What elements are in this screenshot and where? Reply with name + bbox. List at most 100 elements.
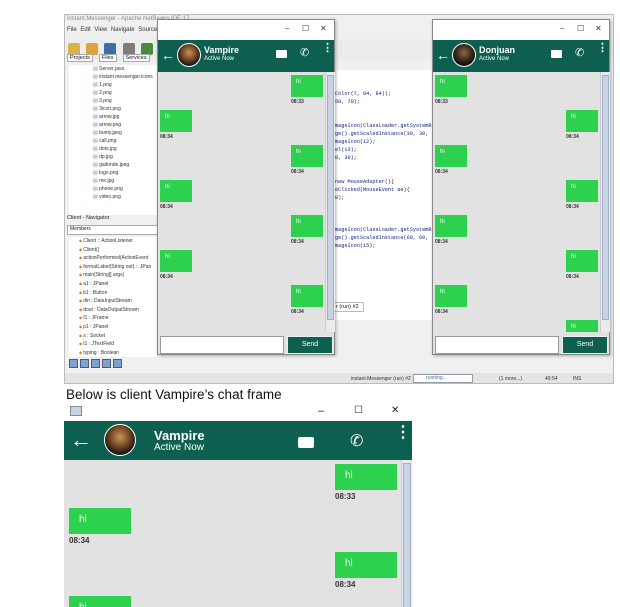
video-call-icon[interactable] [298,437,314,448]
message-time: 08:34 [566,204,579,210]
tree-item[interactable]: 2.png [93,89,159,97]
members-list: Client :: ActionListenerClient()actionPe… [69,237,161,357]
message-input[interactable] [435,336,559,354]
menu-dots-icon[interactable]: ⋮ [597,43,608,54]
tree-item[interactable]: logo.png [93,169,159,177]
video-call-icon[interactable] [276,50,287,58]
tree-item[interactable]: gaitonde.jpeg [93,161,159,169]
tree-item[interactable]: 3icon.png [93,105,159,113]
message-area: hi 08:33 hi 08:34 hi 08:34 hi 08:34 hi 08:34 hi 08:… [433,72,609,332]
message-bubble: hi [435,145,467,167]
member-item[interactable]: p1 : JPanel [79,323,161,332]
message-area: hi 08:33 hi 08:34 hi 08:34 hi [64,460,412,607]
message-time: 08:34 [435,309,448,315]
member-item[interactable]: dout : DataOutputStream [79,306,161,315]
status-mode: INS [573,376,582,382]
menu-dots-icon[interactable]: ⋮ [322,43,333,54]
minimize-button[interactable]: – [318,405,324,417]
message-bubble: hi [160,180,192,202]
tab-projects[interactable]: Projects [67,54,93,62]
close-button[interactable]: ✕ [595,24,602,33]
ide-bottom-toolbar [69,359,124,370]
contact-name: Vampire [154,428,205,443]
message-bubble: hi [435,215,467,237]
member-item[interactable]: s : Socket [79,332,161,341]
tool-icon[interactable] [113,359,122,368]
phone-icon[interactable]: ✆ [350,431,363,451]
message-time: 08:34 [335,580,356,589]
member-item[interactable]: b1 : Button [79,289,161,298]
tree-item[interactable]: arrow.png [93,121,159,129]
message-input[interactable] [160,336,284,354]
status-more[interactable]: (1 more...) [499,376,522,382]
scrollbar[interactable] [600,72,610,332]
minimize-button[interactable]: – [560,24,564,33]
ide-menubar[interactable]: File Edit View Navigate Source R [67,27,165,33]
message-bubble: hi [160,110,192,132]
member-item[interactable]: main(String[] args) [79,271,161,280]
contact-status: Active Now [479,56,510,62]
member-item[interactable]: formatLabel(String out) :: JPan [79,263,161,272]
send-button[interactable]: Send [562,336,608,354]
video-call-icon[interactable] [551,50,562,58]
scrollbar[interactable] [325,72,335,332]
tree-item[interactable]: call.png [93,137,159,145]
member-item[interactable]: t1 : JTextField [79,340,161,349]
tree-item[interactable]: dp.jpg [93,153,159,161]
tree-item[interactable]: 1.png [93,81,159,89]
member-item[interactable]: Client() [79,246,161,255]
tree-item[interactable]: video.png [93,193,159,201]
scrollbar[interactable] [401,460,412,607]
tool-icon[interactable] [69,359,78,368]
send-button[interactable]: Send [287,336,333,354]
member-item[interactable]: a1 : JPanel [79,280,161,289]
navigator-title[interactable]: Client - Navigator [67,215,110,221]
tree-item[interactable]: bunty.jpeg [93,129,159,137]
message-bubble: hi [435,285,467,307]
member-item[interactable]: Client :: ActionListener [79,237,161,246]
tree-item[interactable]: me.jpg [93,177,159,185]
phone-icon[interactable]: ✆ [300,46,309,59]
phone-icon[interactable]: ✆ [575,46,584,59]
tool-icon[interactable] [80,359,89,368]
tab-files[interactable]: Files [98,54,117,62]
member-item[interactable]: din : DataInputStream [79,297,161,306]
message-time: 08:34 [291,239,304,245]
minimize-button[interactable]: – [285,24,289,33]
back-arrow-icon[interactable]: ← [161,47,175,63]
window-titlebar: – ☐ ✕ [158,20,334,40]
tab-services[interactable]: Services [122,54,150,62]
message-time: 08:34 [69,536,90,545]
tool-icon[interactable] [91,359,100,368]
message-time: 08:34 [566,274,579,280]
member-item[interactable]: typing : Boolean [79,349,161,358]
members-select[interactable]: Members [67,225,161,235]
tree-item[interactable]: dots.jpg [93,145,159,153]
output-tab[interactable]: r (run) #2 [331,302,364,312]
back-arrow-icon[interactable]: ← [436,47,450,63]
member-item[interactable]: f1 : JFrame [79,314,161,323]
tool-icon[interactable] [102,359,111,368]
message-time: 08:34 [566,134,579,140]
tree-item[interactable]: instant.messenger.icons [93,73,159,81]
maximize-button[interactable]: ☐ [354,405,363,416]
contact-status: Active Now [154,442,205,453]
tree-item[interactable]: arrow.jpg [93,113,159,121]
status-task[interactable]: instant.Messenger (run) #2 [351,376,411,382]
tree-item[interactable]: Server.java [93,65,159,73]
member-item[interactable]: actionPerformed(ActionEvent [79,254,161,263]
message-bubble: hi [291,285,323,307]
donjuan-chat-window: – ☐ ✕ ← Donjuan Active Now ✆ ⋮ hi 08:33 hi… [432,19,610,355]
avatar [177,43,201,67]
maximize-button[interactable]: ☐ [302,24,309,33]
maximize-button[interactable]: ☐ [577,24,584,33]
close-button[interactable]: ✕ [320,24,327,33]
tree-item[interactable]: 3.png [93,97,159,105]
close-button[interactable]: ✕ [391,405,399,416]
tree-item[interactable]: phone.png [93,185,159,193]
vampire-chat-window: – ☐ ✕ ← Vampire Active Now ✆ ⋮ hi 08:33 hi… [157,19,335,355]
message-bubble: hi [69,508,131,534]
vampire-large-chat-window: – ☐ ✕ ← Vampire Active Now ✆ ⋮ hi 08:33 hi… [64,404,412,607]
back-arrow-icon[interactable]: ← [70,427,92,453]
menu-dots-icon[interactable]: ⋮ [395,425,411,441]
